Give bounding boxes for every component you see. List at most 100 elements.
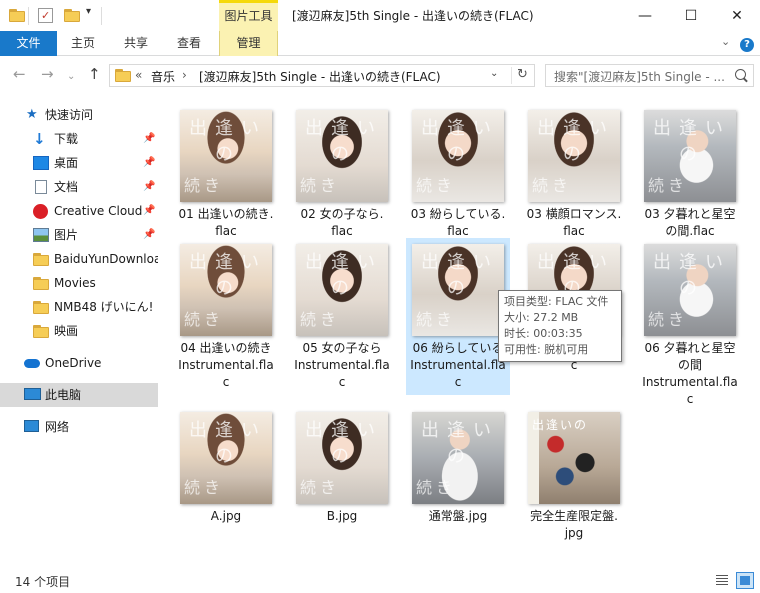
sidebar-item-nmb48[interactable]: NMB48 げいにん!	[0, 295, 158, 319]
sidebar-item-creative-cloud[interactable]: Creative Cloud 📌	[0, 199, 158, 223]
refresh-icon[interactable]: ↻	[511, 67, 533, 84]
details-view-icon[interactable]	[713, 572, 731, 589]
tab-file[interactable]: 文件	[0, 31, 57, 56]
sidebar-item-baiduyundownload[interactable]: BaiduYunDownload	[0, 247, 158, 271]
expand-ribbon-icon[interactable]: ⌄	[721, 35, 730, 48]
thumbnail-title-text: 出逢いの	[189, 420, 267, 467]
file-tile[interactable]: 出逢いの 続き A.jpg	[174, 406, 278, 529]
quick-access-dropdown-icon[interactable]: ▾	[86, 6, 102, 22]
up-icon[interactable]: ↑	[88, 66, 101, 82]
pin-icon[interactable]: 📌	[143, 199, 155, 223]
network-icon	[24, 420, 39, 432]
sidebar-item-this-pc[interactable]: 此电脑	[0, 383, 158, 407]
file-tile[interactable]: 出逢いの 続き 03 紛らしている. flac	[406, 104, 510, 244]
breadcrumb-current-folder[interactable]: [渡辺麻友]5th Single - 出逢いの続き(FLAC)	[199, 68, 441, 85]
back-icon[interactable]: ←	[13, 66, 26, 82]
sidebar-item-pictures[interactable]: 图片 📌	[0, 223, 158, 247]
folder-icon	[115, 69, 131, 82]
thumbnail-title-text: 続き	[416, 176, 457, 195]
close-button[interactable]: ✕	[714, 0, 760, 31]
picture-tools-context-tab: 图片工具	[219, 0, 278, 31]
sidebar-item-desktop[interactable]: 桌面 📌	[0, 151, 158, 175]
folder-icon	[33, 301, 49, 314]
sidebar-item-downloads[interactable]: ↓ 下载 📌	[0, 127, 158, 151]
search-box[interactable]: 搜索"[渡辺麻友]5th Single - ...	[545, 64, 754, 87]
thumbnail-title-text: 続き	[300, 478, 341, 497]
sidebar-item-network[interactable]: 网络	[0, 415, 158, 439]
sidebar-item-quick-access[interactable]: ★ 快速访问	[0, 103, 158, 127]
file-name-line: Instrumental.fla	[294, 358, 390, 372]
file-name-line: 完全生産限定盤.	[530, 509, 618, 523]
search-input[interactable]: 搜索"[渡辺麻友]5th Single - ...	[554, 68, 730, 85]
file-tile[interactable]: 出逢いの 続き 01 出逢いの続き. flac	[174, 104, 278, 244]
tooltip-size: 大小: 27.2 MB	[504, 311, 579, 324]
large-icons-view-icon[interactable]	[736, 572, 754, 589]
file-name-line: 04 出逢いの続き	[180, 341, 272, 355]
pin-icon[interactable]: 📌	[143, 151, 155, 175]
sidebar-item-eiga[interactable]: 映画	[0, 319, 158, 343]
file-name-line: 01 出逢いの続き.	[178, 207, 274, 221]
tab-manage[interactable]: 管理	[219, 31, 278, 56]
file-tile[interactable]: 出逢いの続き通常盤.jpg	[406, 406, 510, 529]
file-tile[interactable]: 出逢いの 続き B.jpg	[290, 406, 394, 529]
breadcrumb-music[interactable]: 音乐	[151, 68, 175, 85]
file-name-label: 03 横顔ロマンス. flac	[522, 206, 626, 240]
thumbnail-title-text: 出逢いの	[421, 252, 499, 299]
recent-locations-icon[interactable]: ⌄	[67, 69, 75, 85]
search-icon[interactable]	[735, 69, 746, 80]
sidebar-item-label: OneDrive	[45, 356, 102, 370]
help-icon[interactable]: ?	[740, 38, 754, 52]
file-thumbnail: 出逢いの続き	[644, 244, 736, 336]
desktop-icon	[33, 156, 49, 170]
ribbon-tabs: 文件 主页 共享 查看 管理 ⌄	[0, 31, 760, 56]
tab-home[interactable]: 主页	[63, 31, 103, 56]
address-dropdown-icon[interactable]: ⌄	[490, 68, 498, 79]
sidebar-item-movies[interactable]: Movies	[0, 271, 158, 295]
file-tile[interactable]: 出逢いの 続き 06 夕暮れと星空 の間 Instrumental.fla c	[638, 238, 742, 412]
forward-icon[interactable]: →	[41, 66, 54, 82]
file-tile[interactable]: 出逢いの 続き 06 紛らしている Instrumental.fla c	[406, 238, 510, 395]
folder-icon	[33, 277, 49, 290]
thumbnail-title-text: 出逢いの	[189, 252, 267, 299]
file-name-label: 01 出逢いの続き. flac	[174, 206, 278, 240]
pin-icon[interactable]: 📌	[143, 127, 155, 151]
minimize-button[interactable]: —	[622, 0, 668, 31]
new-folder-icon[interactable]	[64, 9, 80, 22]
file-tile[interactable]: 出逢いの 続き 03 横顔ロマンス. flac	[522, 104, 626, 244]
file-name-line: Instrumental.fla	[178, 358, 274, 372]
file-tile[interactable]: 出逢いの 続き 03 夕暮れと星空 の間.flac	[638, 104, 742, 244]
thumbnail-title-text: 出逢いの	[421, 118, 499, 165]
sidebar-item-onedrive[interactable]: OneDrive	[0, 351, 158, 375]
file-name-line: jpg	[564, 526, 584, 540]
thumbnail-title-text: 出逢いの	[653, 252, 731, 299]
file-info-tooltip: 项目类型: FLAC 文件 大小: 27.2 MB 时长: 00:03:35 可…	[498, 290, 622, 362]
tab-view[interactable]: 查看	[169, 31, 209, 56]
file-tile[interactable]: 出逢いの 完全生産限定盤. jpg	[522, 406, 626, 546]
properties-icon[interactable]: ✓	[38, 8, 53, 23]
file-tile[interactable]: 出逢いの 続き 04 出逢いの続き Instrumental.fla c	[174, 238, 278, 395]
tab-share[interactable]: 共享	[116, 31, 156, 56]
thumbnail-title-text: 出逢いの	[305, 118, 383, 165]
file-name-line: 03 紛らしている.	[410, 207, 506, 221]
thumbnail-title-text: 出逢いの	[421, 420, 499, 467]
sidebar-item-label: Movies	[54, 276, 96, 290]
file-thumbnail: 出逢いの続き	[180, 244, 272, 336]
divider	[101, 7, 102, 25]
file-tile[interactable]: 出逢いの 続き 05 女の子なら Instrumental.fla c	[290, 238, 394, 395]
file-tile[interactable]: 出逢いの 続き 02 女の子なら. flac	[290, 104, 394, 244]
maximize-button[interactable]: ☐	[668, 0, 714, 31]
document-icon	[35, 180, 47, 194]
thumbnail-title-text: 続き	[416, 478, 457, 497]
sidebar-item-label: NMB48 げいにん!	[54, 300, 154, 314]
breadcrumb-overflow[interactable]: «	[135, 68, 142, 82]
file-name-line: 通常盤.jpg	[428, 509, 488, 523]
pin-icon[interactable]: 📌	[143, 175, 155, 199]
thumbnail-title-text: 続き	[648, 176, 689, 195]
thumbnail-title-text: 続き	[300, 310, 341, 329]
thumbnail-title-text: 続き	[184, 310, 225, 329]
sidebar-item-documents[interactable]: 文档 📌	[0, 175, 158, 199]
pin-icon[interactable]: 📌	[143, 223, 155, 247]
thumbnail-title-text: 出逢いの	[189, 118, 267, 165]
file-thumbnail: 出逢いの続き	[412, 110, 504, 202]
address-bar[interactable]: « 音乐 › [渡辺麻友]5th Single - 出逢いの続き(FLAC) ⌄…	[109, 64, 535, 87]
